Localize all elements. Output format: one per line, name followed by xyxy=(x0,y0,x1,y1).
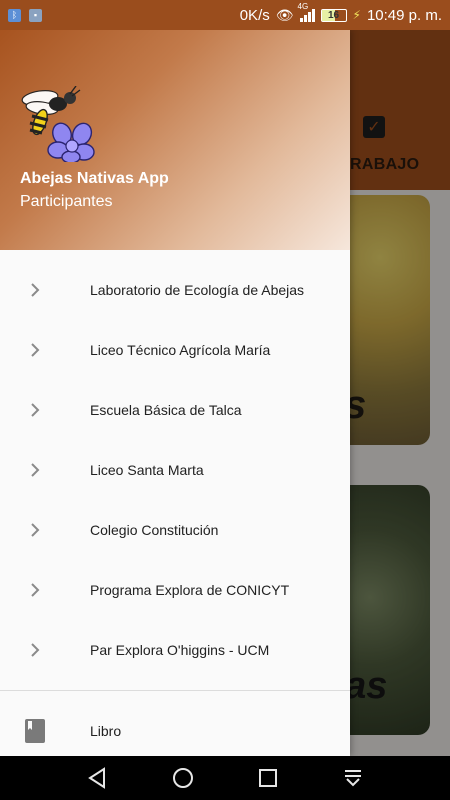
drawer-divider xyxy=(0,690,350,691)
drawer-header: Abejas Nativas App Participantes xyxy=(0,30,350,250)
list-item-par-explora[interactable]: Par Explora O'higgins - UCM xyxy=(0,620,350,680)
book-icon xyxy=(25,719,45,743)
chevron-right-icon xyxy=(31,643,40,657)
libro-label: Libro xyxy=(90,723,122,739)
list-item-programa-explora[interactable]: Programa Explora de CONICYT xyxy=(0,560,350,620)
list-item-liceo-santa-marta[interactable]: Liceo Santa Marta xyxy=(0,440,350,500)
signal-icon: 4G xyxy=(298,2,315,22)
status-bar: ᛒ ▪ 0K/s 👁 4G 16 ⚡ 10:49 p. m. xyxy=(0,0,450,30)
list-item-label: Par Explora O'higgins - UCM xyxy=(90,642,270,658)
clock: 10:49 p. m. xyxy=(366,6,442,24)
home-button[interactable] xyxy=(170,766,196,790)
list-item-libro[interactable]: Libro xyxy=(0,705,350,756)
recents-button[interactable] xyxy=(255,766,281,790)
list-item-liceo-tecnico[interactable]: Liceo Técnico Agrícola María xyxy=(0,320,350,380)
drawer-subtitle: Participantes xyxy=(20,193,113,210)
back-button[interactable] xyxy=(84,766,110,790)
drawer-scrim[interactable] xyxy=(350,30,450,756)
image-notification-icon: ▪ xyxy=(29,8,42,22)
battery-icon: 16 xyxy=(320,8,347,22)
system-icons: 0K/s 👁 4G 16 ⚡ 10:49 p. m. xyxy=(239,2,442,24)
notifications-pull-button[interactable] xyxy=(340,766,366,790)
notification-icons: ᛒ ▪ xyxy=(8,8,42,22)
chevron-right-icon xyxy=(31,343,40,357)
bee-flower-logo xyxy=(21,86,95,162)
network-type: 4G xyxy=(297,2,309,11)
list-item-label: Laboratorio de Ecología de Abejas xyxy=(90,282,305,298)
list-item-label: Programa Explora de CONICYT xyxy=(90,582,290,598)
charging-icon: ⚡ xyxy=(352,8,361,22)
list-item-escuela-basica[interactable]: Escuela Básica de Talca xyxy=(0,380,350,440)
battery-level: 16 xyxy=(327,9,340,21)
chevron-right-icon xyxy=(31,283,40,297)
participants-list: Laboratorio de Ecología de Abejas Liceo … xyxy=(0,260,350,680)
list-item-label: Liceo Técnico Agrícola María xyxy=(90,342,271,358)
list-item-label: Colegio Constitución xyxy=(90,522,219,538)
system-navigation-bar xyxy=(0,756,450,800)
network-speed: 0K/s xyxy=(239,6,270,24)
home-icon xyxy=(173,768,193,788)
recents-icon xyxy=(259,769,277,787)
chevron-right-icon xyxy=(31,583,40,597)
list-item-colegio-constitucion[interactable]: Colegio Constitución xyxy=(0,500,350,560)
back-icon xyxy=(88,767,105,789)
list-item-label: Escuela Básica de Talca xyxy=(90,402,242,418)
bluetooth-notification-icon: ᛒ xyxy=(8,8,21,22)
eye-icon: 👁 xyxy=(275,6,294,23)
chevron-right-icon xyxy=(31,403,40,417)
navigation-drawer: Abejas Nativas App Participantes Laborat… xyxy=(0,30,350,756)
list-item-label: Liceo Santa Marta xyxy=(90,462,204,478)
list-item-laboratorio[interactable]: Laboratorio de Ecología de Abejas xyxy=(0,260,350,320)
app-title: Abejas Nativas App xyxy=(20,170,169,187)
notifications-pull-icon xyxy=(345,770,361,787)
chevron-right-icon xyxy=(31,463,40,477)
chevron-right-icon xyxy=(31,523,40,537)
